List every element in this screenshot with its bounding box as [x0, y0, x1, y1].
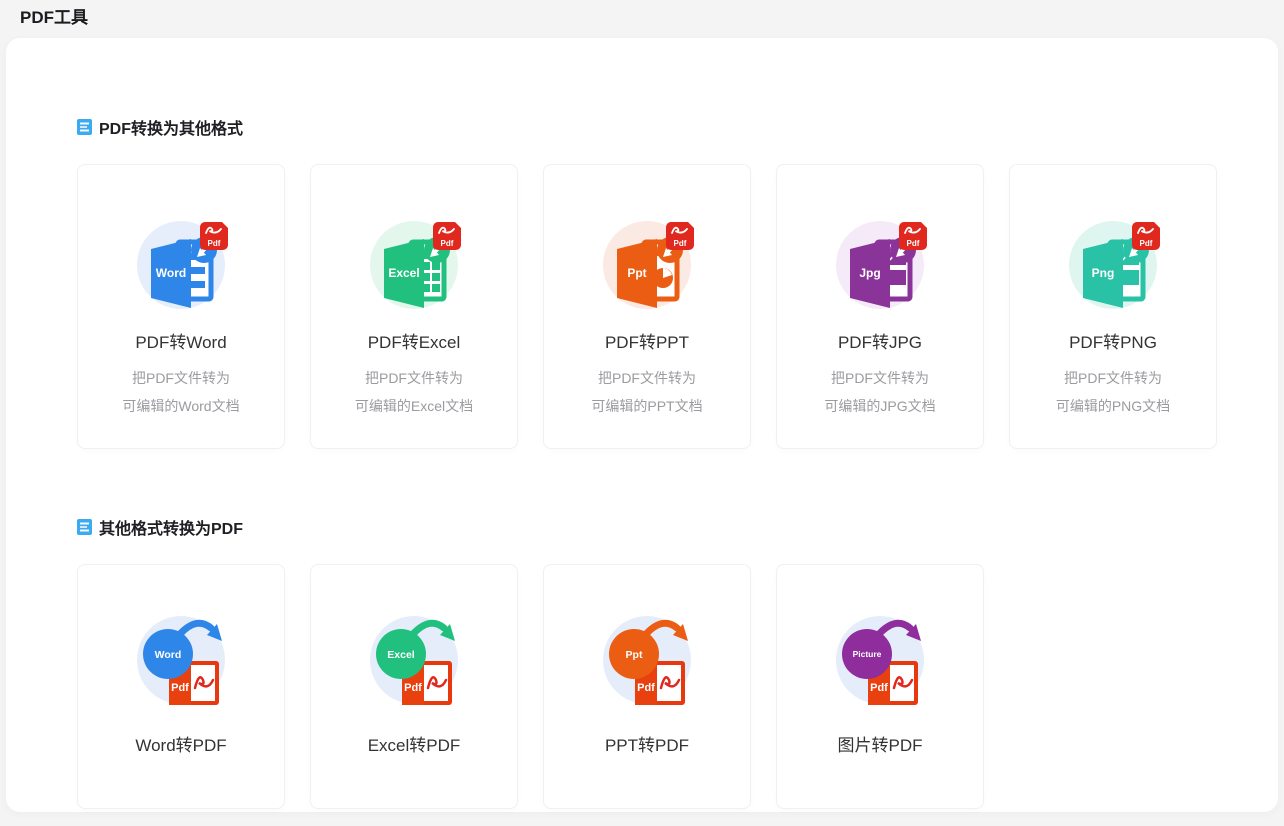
- svg-text:Pdf: Pdf: [870, 682, 888, 694]
- doc-lines-icon: [77, 519, 92, 535]
- card-title: PPT转PDF: [605, 731, 689, 756]
- svg-text:Ppt: Ppt: [627, 266, 646, 280]
- section-title: PDF转换为其他格式: [99, 115, 243, 139]
- card-title: PDF转PNG: [1069, 328, 1157, 353]
- svg-text:Pdf: Pdf: [907, 239, 920, 248]
- svg-text:Pdf: Pdf: [637, 682, 655, 694]
- card-ppt-to-pdf[interactable]: Pdf Ppt PPT转PDF: [543, 564, 751, 809]
- svg-text:Picture: Picture: [853, 649, 882, 659]
- card-pdf-to-png[interactable]: Png Pdf PDF转PNG 把PDF文件转为 可编辑的PNG文档: [1009, 164, 1217, 449]
- card-description: 把PDF文件转为 可编辑的Word文档: [122, 364, 239, 420]
- card-title: Excel转PDF: [368, 731, 461, 756]
- card-pdf-to-word[interactable]: Word Pdf PDF转Word 把PDF文件转为 可编辑的Word文档: [77, 164, 285, 449]
- svg-text:Png: Png: [1092, 266, 1115, 280]
- card-title: PDF转Excel: [368, 328, 461, 353]
- svg-text:Ppt: Ppt: [626, 649, 643, 661]
- svg-text:Excel: Excel: [388, 266, 419, 280]
- cards-row-other-to-pdf: Pdf Word Word转PDF Pdf Excel Excel转PDF: [77, 564, 1278, 809]
- word-to-pdf-icon: Pdf Word: [133, 610, 229, 706]
- card-picture-to-pdf[interactable]: Pdf Picture 图片转PDF: [776, 564, 984, 809]
- card-pdf-to-jpg[interactable]: Jpg Pdf PDF转JPG 把PDF文件转为 可编辑的JPG文档: [776, 164, 984, 449]
- page-title: PDF工具: [20, 3, 88, 28]
- card-pdf-to-ppt[interactable]: Ppt Pdf PDF转PPT 把PDF文件转为 可编辑的PPT文档: [543, 164, 751, 449]
- card-description: 把PDF文件转为 可编辑的PNG文档: [1056, 364, 1170, 420]
- card-excel-to-pdf[interactable]: Pdf Excel Excel转PDF: [310, 564, 518, 809]
- section-header-pdf-to-other: PDF转换为其他格式: [77, 38, 1278, 139]
- card-title: PDF转Word: [135, 328, 226, 353]
- section-title: 其他格式转换为PDF: [99, 515, 243, 539]
- svg-text:Pdf: Pdf: [674, 239, 687, 248]
- cards-row-pdf-to-other: Word Pdf PDF转Word 把PDF文件转为 可编辑的Word文档: [77, 164, 1278, 449]
- svg-text:Pdf: Pdf: [1140, 239, 1153, 248]
- section-header-other-to-pdf: 其他格式转换为PDF: [77, 515, 1278, 539]
- svg-text:Word: Word: [155, 649, 182, 661]
- card-title: PDF转JPG: [838, 328, 922, 353]
- svg-text:Pdf: Pdf: [208, 239, 221, 248]
- pdf-to-ppt-icon: Ppt Pdf: [599, 215, 695, 311]
- svg-text:Pdf: Pdf: [404, 682, 422, 694]
- pdf-to-word-icon: Word Pdf: [133, 215, 229, 311]
- ppt-to-pdf-icon: Pdf Ppt: [599, 610, 695, 706]
- excel-to-pdf-icon: Pdf Excel: [366, 610, 462, 706]
- card-description: 把PDF文件转为 可编辑的JPG文档: [824, 364, 935, 420]
- svg-text:Excel: Excel: [387, 649, 415, 661]
- card-title: PDF转PPT: [605, 328, 689, 353]
- card-description: 把PDF文件转为 可编辑的PPT文档: [591, 364, 702, 420]
- card-word-to-pdf[interactable]: Pdf Word Word转PDF: [77, 564, 285, 809]
- svg-text:Pdf: Pdf: [441, 239, 454, 248]
- doc-lines-icon: [77, 119, 92, 135]
- card-pdf-to-excel[interactable]: Excel Pdf PDF转Excel 把PDF文件转为 可编辑的Excel文档: [310, 164, 518, 449]
- card-title: Word转PDF: [135, 731, 226, 756]
- card-description: 把PDF文件转为 可编辑的Excel文档: [355, 364, 473, 420]
- pdf-to-excel-icon: Excel Pdf: [366, 215, 462, 311]
- svg-text:Pdf: Pdf: [171, 682, 189, 694]
- card-title: 图片转PDF: [838, 731, 923, 756]
- svg-text:Jpg: Jpg: [859, 266, 880, 280]
- picture-to-pdf-icon: Pdf Picture: [832, 610, 928, 706]
- pdf-to-png-icon: Png Pdf: [1065, 215, 1161, 311]
- main-panel: PDF转换为其他格式 Word Pdf: [6, 38, 1278, 812]
- pdf-to-jpg-icon: Jpg Pdf: [832, 215, 928, 311]
- svg-text:Word: Word: [156, 266, 186, 280]
